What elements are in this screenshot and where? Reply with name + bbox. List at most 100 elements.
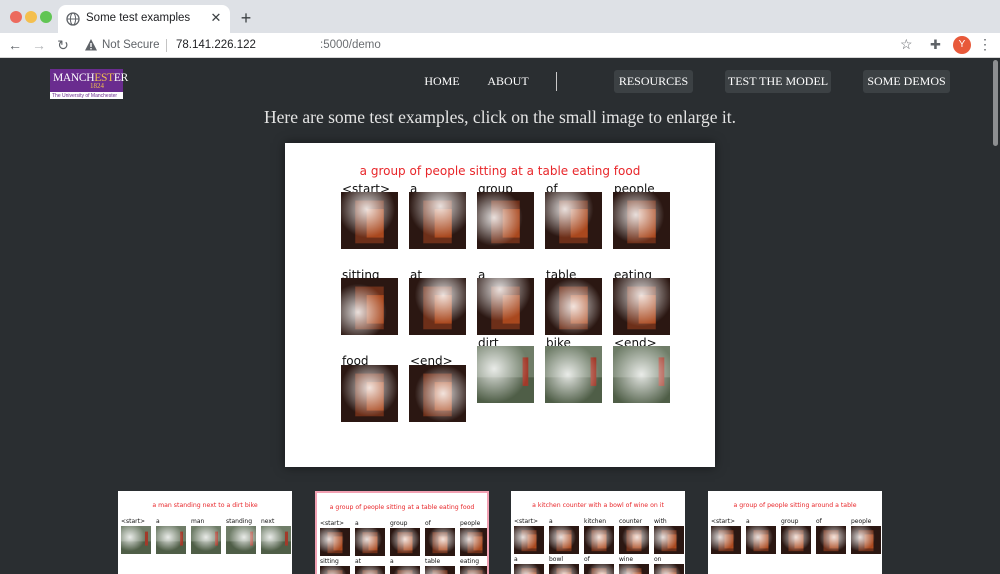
logo-banner: MANCHESTER 1824 <box>50 69 128 92</box>
enlarged-example: a group of people sitting at a table eat… <box>285 143 715 467</box>
warning-icon <box>85 39 97 51</box>
thumbnail-panel <box>781 526 811 554</box>
nav-home[interactable]: HOME <box>420 70 464 93</box>
thumbnail-word: a <box>514 556 518 563</box>
thumbnail-panel <box>261 526 291 554</box>
nav-some-demos[interactable]: SOME DEMOS <box>863 70 950 93</box>
minimize-window-button[interactable] <box>25 11 37 23</box>
thumbnail-panel <box>121 526 151 554</box>
thumbnail-panel <box>390 528 420 556</box>
bookmark-star-icon[interactable]: ☆ <box>900 36 913 53</box>
nav-resources[interactable]: RESOURCES <box>614 70 693 93</box>
thumbnail-word: table <box>425 558 441 565</box>
new-tab-button[interactable]: + <box>236 9 256 29</box>
thumbnail-word: of <box>584 556 591 563</box>
address-separator <box>166 39 167 52</box>
thumbnail-word: a <box>746 518 750 525</box>
scrollbar-thumb[interactable] <box>993 60 998 146</box>
thumbnail-panel <box>320 566 350 574</box>
security-label[interactable]: Not Secure <box>102 39 160 51</box>
thumbnail-word: at <box>355 558 362 565</box>
thumbnail-panel <box>156 526 186 554</box>
attention-panel <box>477 278 534 335</box>
thumbnail-word: standing <box>226 518 252 525</box>
thumbnail-example-2[interactable]: a group of people sitting at a table eat… <box>315 491 489 574</box>
attention-panel <box>341 278 398 335</box>
thumbnail-word: man <box>191 518 205 525</box>
thumbnail-word: people <box>851 518 872 525</box>
thumbnail-panel <box>460 566 487 574</box>
thumbnail-panel <box>549 526 579 554</box>
attention-panel <box>545 278 602 335</box>
thumbnail-panel <box>425 528 455 556</box>
page-scrollbar[interactable] <box>992 58 1000 574</box>
thumbnail-panel <box>390 566 420 574</box>
attention-panel <box>613 278 670 335</box>
thumbnail-word: kitchen <box>584 518 606 525</box>
thumbnail-panel <box>851 526 881 554</box>
thumbnail-panel <box>355 566 385 574</box>
maximize-window-button[interactable] <box>40 11 52 23</box>
globe-icon <box>66 12 80 26</box>
thumbnail-word: with <box>654 518 667 525</box>
thumbnail-caption: a kitchen counter with a bowl of wine on… <box>532 502 664 509</box>
browser-tab[interactable]: Some test examples ✕ <box>58 5 230 33</box>
attention-panel <box>613 346 670 403</box>
attention-panel <box>409 278 466 335</box>
thumbnail-panel <box>514 526 544 554</box>
thumbnail-word: wine <box>619 556 633 563</box>
thumbnail-panel <box>425 566 455 574</box>
close-window-button[interactable] <box>10 11 22 23</box>
nav-test-the-model[interactable]: TEST THE MODEL <box>725 70 831 93</box>
thumbnail-word: group <box>390 520 408 527</box>
reload-icon[interactable]: ↻ <box>54 36 72 54</box>
thumbnail-caption: a group of people sitting at a table eat… <box>330 504 475 511</box>
thumbnail-word: counter <box>619 518 643 525</box>
thumbnail-word: <start> <box>320 520 344 527</box>
thumbnail-panel <box>654 526 684 554</box>
thumbnail-word: <start> <box>514 518 538 525</box>
attention-panel <box>409 192 466 249</box>
thumbnail-example-3[interactable]: a kitchen counter with a bowl of wine on… <box>511 491 685 574</box>
profile-avatar[interactable]: Y <box>953 36 971 54</box>
url-host: 78.141.226.122 <box>176 39 256 51</box>
thumbnail-panel <box>711 526 741 554</box>
thumbnail-word: group <box>781 518 799 525</box>
logo-year: 1824 <box>90 82 104 90</box>
thumbnail-caption: a group of people sitting around a table <box>733 502 856 509</box>
close-tab-icon[interactable]: ✕ <box>208 10 224 26</box>
back-arrow-icon[interactable]: ← <box>6 36 24 54</box>
attention-visualization: a group of people sitting at a table eat… <box>341 164 670 422</box>
attention-panel <box>341 365 398 422</box>
thumbnail-panel <box>549 564 579 574</box>
thumbnail-word: people <box>460 520 481 527</box>
thumbnail-word: of <box>425 520 432 527</box>
menu-kebab-icon[interactable]: ⋮ <box>978 36 992 53</box>
attention-panel <box>545 346 602 403</box>
page-content: MANCHESTER 1824 The University of Manche… <box>0 58 992 574</box>
thumbnail-word: <start> <box>121 518 145 525</box>
thumbnail-panel <box>816 526 846 554</box>
browser-tab-bar: Some test examples ✕ + <box>0 0 1000 33</box>
thumbnail-word: next <box>261 518 275 525</box>
nav-about[interactable]: ABOUT <box>484 70 532 93</box>
thumbnail-word: on <box>654 556 662 563</box>
thumbnail-example-4[interactable]: a group of people sitting around a table… <box>708 491 882 574</box>
thumbnail-example-1[interactable]: a man standing next to a dirt bike <start… <box>118 491 292 574</box>
thumbnail-word: a <box>549 518 553 525</box>
extensions-puzzle-icon[interactable]: ✚ <box>930 37 941 53</box>
thumbnail-word: <start> <box>711 518 735 525</box>
university-logo[interactable]: MANCHESTER 1824 The University of Manche… <box>50 69 128 99</box>
forward-arrow-icon[interactable]: → <box>30 36 48 54</box>
thumbnail-word: bowl <box>549 556 563 563</box>
attention-panel <box>477 346 534 403</box>
enlarged-caption: a group of people sitting at a table eat… <box>360 164 641 178</box>
thumbnail-panel <box>619 564 649 574</box>
address-bar[interactable]: Not Secure 78.141.226.122 :5000/demo <box>78 35 920 56</box>
thumbnail-word: sitting <box>320 558 339 565</box>
thumbnail-word: a <box>156 518 160 525</box>
thumbnail-panel <box>584 526 614 554</box>
thumbnail-word: a <box>390 558 394 565</box>
attention-panel <box>409 365 466 422</box>
thumbnail-word: a <box>355 520 359 527</box>
